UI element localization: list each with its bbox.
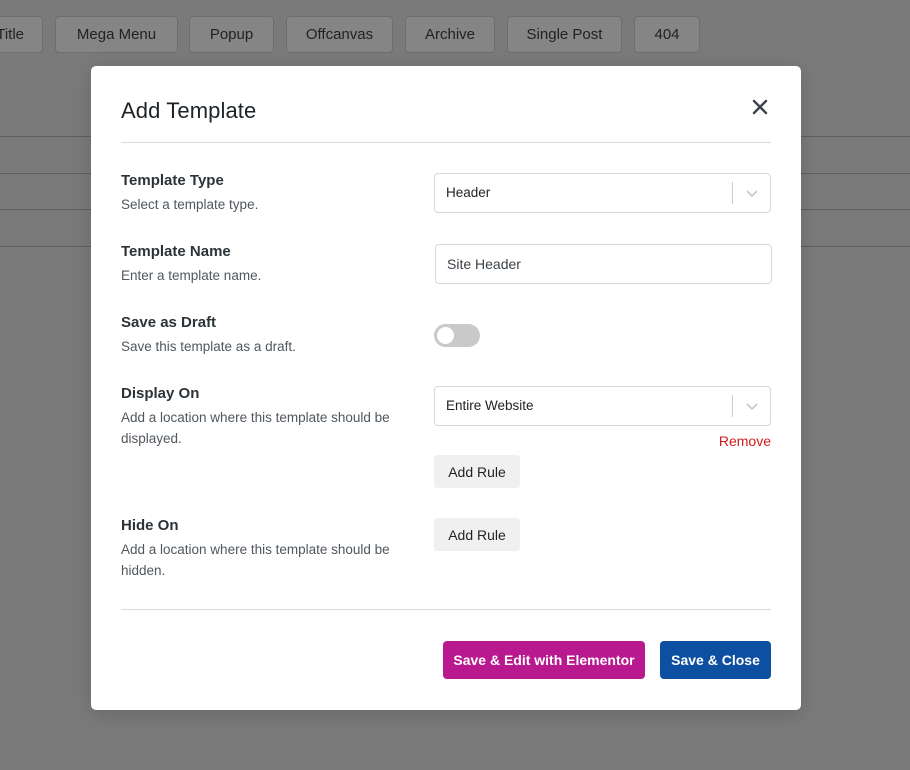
bg-tab-title: Title xyxy=(0,16,43,53)
display-on-add-rule-button[interactable]: Add Rule xyxy=(434,455,520,488)
template-type-description: Select a template type. xyxy=(121,197,259,212)
bg-tab-popup: Popup xyxy=(189,16,274,53)
save-close-button[interactable]: Save & Close xyxy=(660,641,771,679)
select-separator xyxy=(732,395,733,417)
bg-tab-404: 404 xyxy=(634,16,700,53)
chevron-down-icon xyxy=(746,403,758,411)
template-type-label: Template Type xyxy=(121,172,224,189)
template-name-description: Enter a template name. xyxy=(121,268,262,283)
template-type-select[interactable]: Header xyxy=(434,173,771,213)
chevron-down-icon xyxy=(746,190,758,198)
save-as-draft-toggle[interactable] xyxy=(434,324,480,347)
remove-rule-link[interactable]: Remove xyxy=(719,433,771,449)
display-on-description: Add a location where this template shoul… xyxy=(121,410,390,446)
add-template-modal: Add Template Template Type Select a temp… xyxy=(91,66,801,710)
hide-on-add-rule-button[interactable]: Add Rule xyxy=(434,518,520,551)
bg-tab-mega-menu: Mega Menu xyxy=(55,16,178,53)
hide-on-label: Hide On xyxy=(121,517,179,534)
display-on-select[interactable]: Entire Website xyxy=(434,386,771,426)
toggle-knob xyxy=(437,327,454,344)
background-tabs: Title Mega Menu Popup Offcanvas Archive … xyxy=(0,16,910,54)
hide-on-description: Add a location where this template shoul… xyxy=(121,542,390,578)
modal-title: Add Template xyxy=(121,98,257,123)
bg-tab-archive: Archive xyxy=(405,16,495,53)
save-as-draft-label: Save as Draft xyxy=(121,314,217,331)
bg-tab-single-post: Single Post xyxy=(507,16,622,53)
display-on-value: Entire Website xyxy=(446,398,534,413)
header-divider xyxy=(121,142,771,143)
template-name-label: Template Name xyxy=(121,243,231,260)
save-as-draft-description: Save this template as a draft. xyxy=(121,339,296,354)
bg-tab-offcanvas: Offcanvas xyxy=(286,16,393,53)
save-edit-elementor-button[interactable]: Save & Edit with Elementor xyxy=(443,641,645,679)
template-name-input[interactable] xyxy=(435,244,772,284)
footer-divider xyxy=(121,609,771,610)
display-on-label: Display On xyxy=(121,385,200,402)
template-type-value: Header xyxy=(446,185,491,200)
select-separator xyxy=(732,182,733,204)
close-icon[interactable] xyxy=(751,98,769,116)
